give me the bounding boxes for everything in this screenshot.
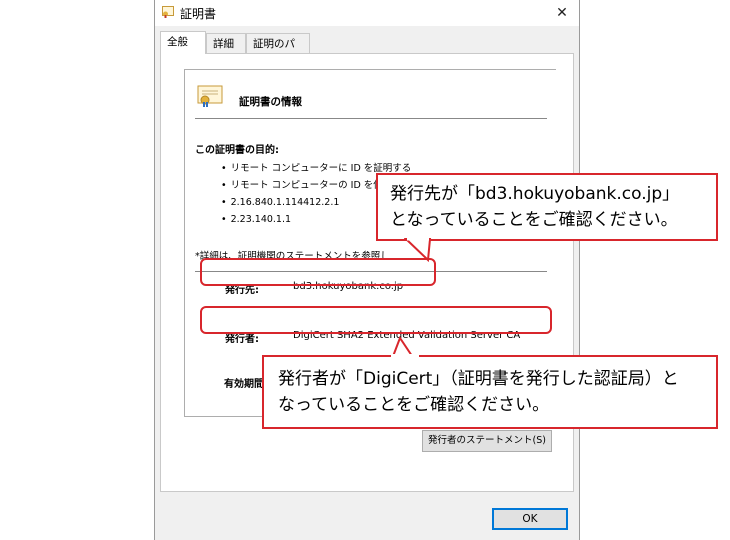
window-title: 証明書 <box>180 7 217 21</box>
tab-certification-path[interactable]: 証明のパス <box>246 33 310 70</box>
validity-label: 有効期間 <box>224 379 264 390</box>
title-bar: 証明書 ✕ <box>155 0 579 26</box>
purpose-title: この証明書の目的: <box>195 145 279 156</box>
issued-to-callout: 発行先が「bd3.hokuyobank.co.jp」 となっていることをご確認く… <box>376 173 718 241</box>
callout-pointer <box>404 238 432 262</box>
certificate-icon <box>162 6 174 18</box>
certificate-icon <box>197 85 223 107</box>
divider <box>195 118 547 119</box>
tab-details[interactable]: 詳細 <box>206 33 246 53</box>
callout-text: 発行者が「DigiCert」（証明書を発行した認証局）と <box>278 369 679 389</box>
issuer-statement-button[interactable]: 発行者のステートメント(S) <box>422 430 552 452</box>
issued-by-highlight <box>200 306 552 334</box>
tab-general[interactable]: 全般 <box>160 31 206 54</box>
callout-text: なっていることをご確認ください。 <box>278 395 550 415</box>
issued-to-highlight <box>200 258 436 286</box>
callout-pointer-joint <box>391 354 419 358</box>
callout-text: となっていることをご確認ください。 <box>390 210 678 230</box>
callout-text: 発行先が「bd3.hokuyobank.co.jp」 <box>390 184 680 204</box>
issued-by-callout: 発行者が「DigiCert」（証明書を発行した認証局）と なっていることをご確認… <box>262 355 718 429</box>
ok-button[interactable]: OK <box>492 508 568 530</box>
info-title: 証明書の情報 <box>239 96 302 108</box>
close-button[interactable]: ✕ <box>545 0 579 26</box>
